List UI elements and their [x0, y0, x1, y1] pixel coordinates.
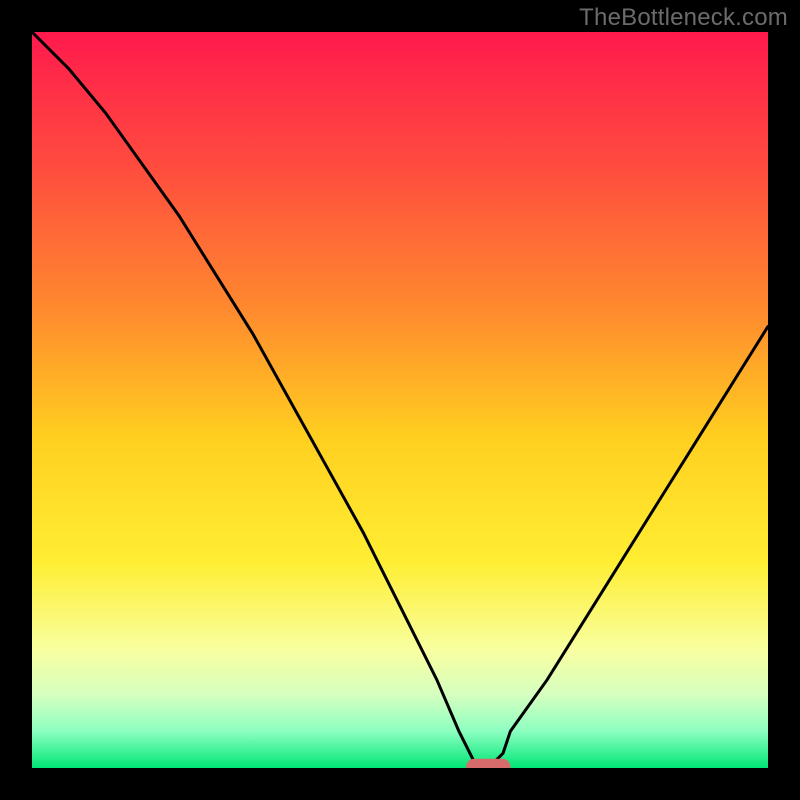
- watermark-text: TheBottleneck.com: [579, 4, 788, 32]
- bottleneck-curve-path: [32, 32, 768, 768]
- chart-svg: [32, 32, 768, 768]
- optimum-marker: [466, 759, 510, 768]
- chart-frame: TheBottleneck.com: [0, 0, 800, 800]
- plot-area: [32, 32, 768, 768]
